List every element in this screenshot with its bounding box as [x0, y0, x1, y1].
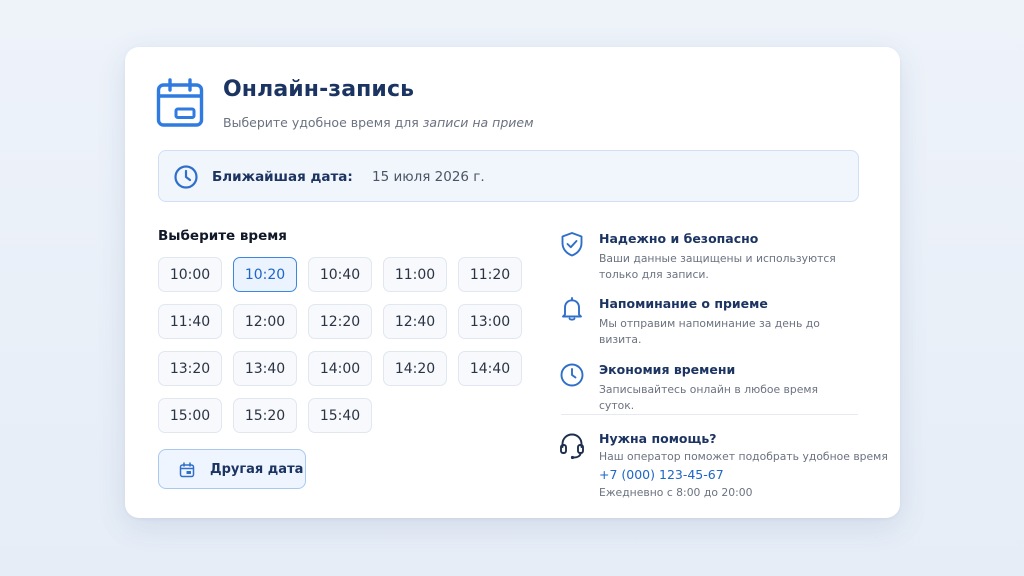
- clock-icon: [560, 363, 584, 387]
- help-title: Нужна помощь?: [599, 431, 717, 446]
- time-slot[interactable]: 13:20: [158, 351, 222, 386]
- time-slot[interactable]: 13:40: [233, 351, 297, 386]
- time-slot[interactable]: 10:40: [308, 257, 372, 292]
- help-desc: Наш оператор поможет подобрать удобное в…: [599, 450, 888, 463]
- feature-title: Напоминание о приеме: [599, 296, 768, 311]
- time-slot[interactable]: 10:00: [158, 257, 222, 292]
- time-slot[interactable]: 13:00: [458, 304, 522, 339]
- feature-desc: Мы отправим напоминание за день до визит…: [599, 317, 820, 346]
- feature-title: Экономия времени: [599, 362, 736, 377]
- divider: [561, 414, 858, 415]
- time-slot[interactable]: 12:40: [383, 304, 447, 339]
- clock-icon: [174, 165, 198, 189]
- time-slot[interactable]: 15:00: [158, 398, 222, 433]
- nearest-date-banner: Ближайшая дата: 15 июля 2026 г.: [158, 150, 859, 202]
- time-slot[interactable]: 10:20: [233, 257, 297, 292]
- calendar-icon: [156, 78, 204, 127]
- subtitle-plain: Выберите удобное время для: [223, 115, 423, 130]
- time-slot[interactable]: 15:20: [233, 398, 297, 433]
- time-slot[interactable]: 11:20: [458, 257, 522, 292]
- nearest-date-label: Ближайшая дата:: [212, 169, 353, 185]
- time-slot[interactable]: 14:00: [308, 351, 372, 386]
- booking-card: Онлайн-запись Выберите удобное время для…: [125, 47, 900, 518]
- time-slot[interactable]: 12:20: [308, 304, 372, 339]
- help-hours: Ежедневно с 8:00 до 20:00: [599, 486, 753, 499]
- feature-title: Надежно и безопасно: [599, 231, 759, 246]
- time-slot[interactable]: 12:00: [233, 304, 297, 339]
- calendar-small-icon: [179, 462, 195, 478]
- help-phone-link[interactable]: +7 (000) 123-45-67: [599, 467, 724, 482]
- nearest-date-value: 15 июля 2026 г.: [372, 169, 485, 185]
- bell-icon: [562, 297, 582, 321]
- shield-check-icon: [561, 232, 583, 257]
- other-date-button[interactable]: Другая дата: [158, 449, 306, 489]
- other-date-label: Другая дата: [210, 462, 304, 477]
- headset-icon: [560, 433, 584, 460]
- feature-desc: Записывайтесь онлайн в любое время суток…: [599, 383, 819, 412]
- subtitle-italic: записи на прием: [422, 115, 534, 130]
- time-picker-title: Выберите время: [158, 228, 287, 244]
- time-slot[interactable]: 15:40: [308, 398, 372, 433]
- time-slot[interactable]: 14:20: [383, 351, 447, 386]
- page-title: Онлайн-запись: [223, 77, 415, 102]
- feature-desc: Ваши данные защищены и используются толь…: [599, 252, 836, 281]
- time-slot[interactable]: 11:40: [158, 304, 222, 339]
- page-subtitle: Выберите удобное время для записи на при…: [223, 115, 534, 130]
- time-slot[interactable]: 14:40: [458, 351, 522, 386]
- time-slot[interactable]: 11:00: [383, 257, 447, 292]
